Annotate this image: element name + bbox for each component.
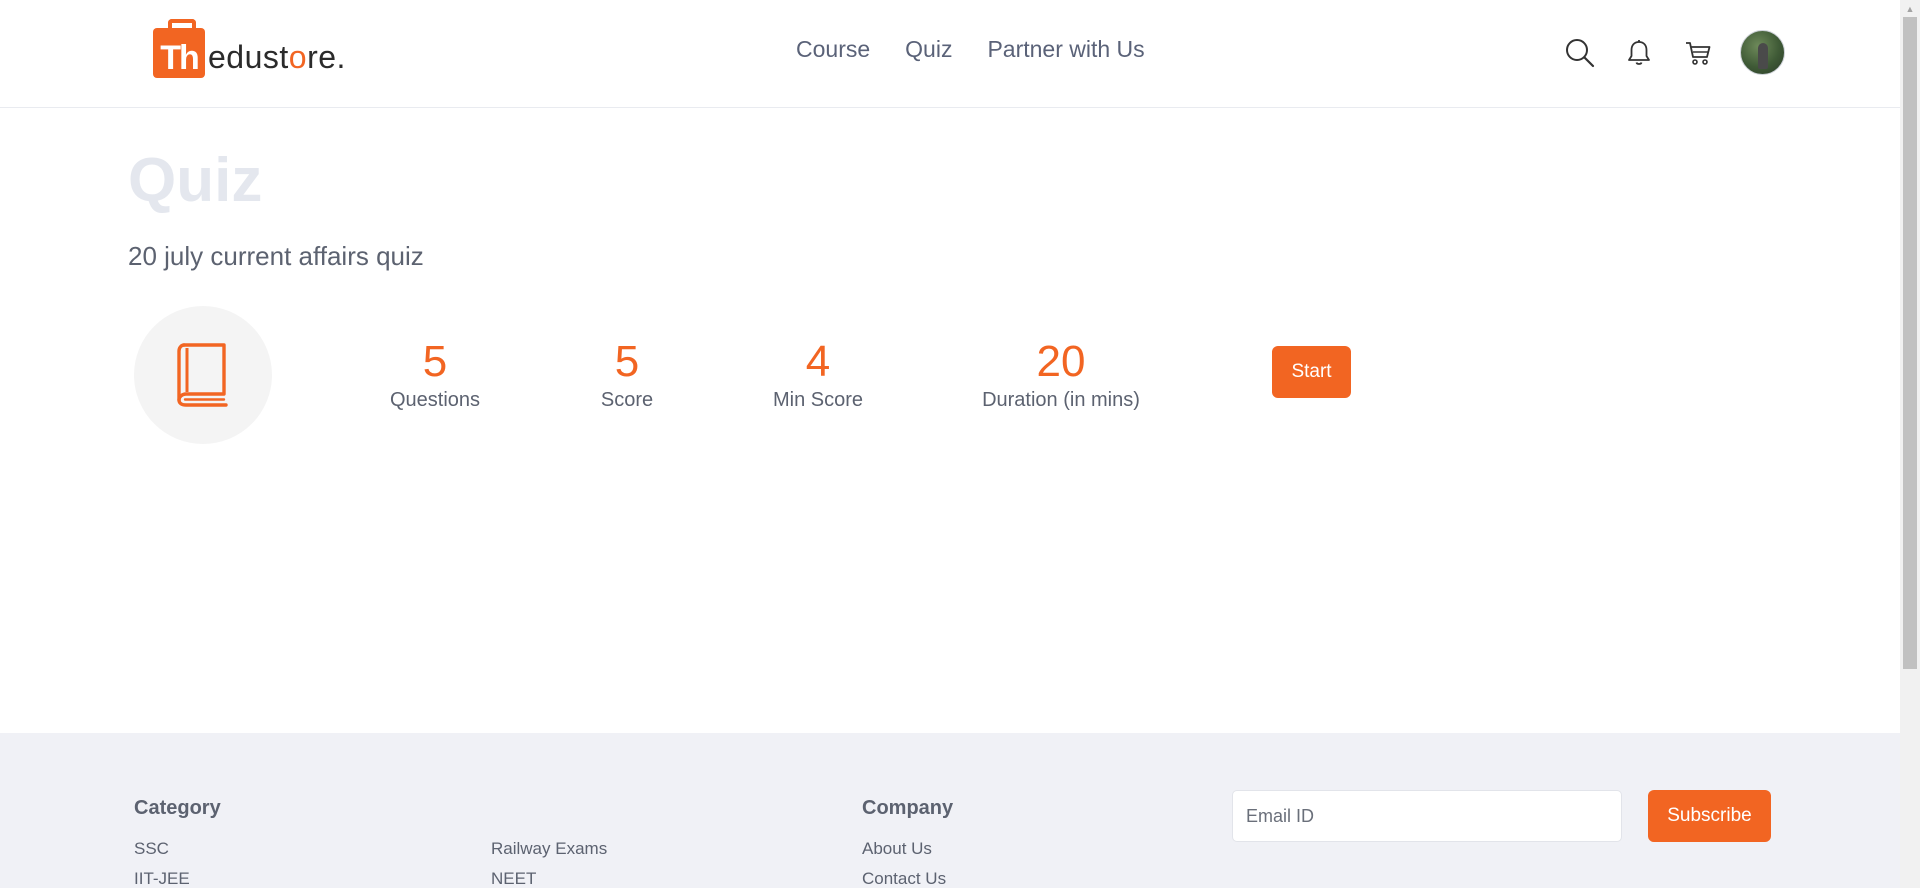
header-actions	[1563, 30, 1785, 75]
search-icon[interactable]	[1563, 36, 1597, 70]
footer-link-contact-us[interactable]: Contact Us	[862, 869, 946, 888]
nav-partner-with-us[interactable]: Partner with Us	[987, 36, 1144, 63]
footer-link-iit-jee[interactable]: IIT-JEE	[134, 869, 190, 888]
stat-label: Questions	[390, 389, 481, 411]
footer-link-railway-exams[interactable]: Railway Exams	[491, 839, 607, 859]
stat-label: Score	[600, 389, 654, 411]
site-header: Th edustore. Course Quiz Partner with Us	[0, 0, 1900, 108]
logo-badge-text: Th	[160, 39, 200, 77]
stat-label: Duration (in mins)	[982, 389, 1140, 411]
logo-wordmark-part2: re.	[307, 39, 346, 75]
footer-link-ssc[interactable]: SSC	[134, 839, 169, 859]
stat-questions: 5 Questions	[390, 336, 480, 412]
logo-wordmark-o: o	[288, 39, 308, 75]
footer-company-heading: Company	[862, 797, 954, 819]
stat-label: Min Score	[772, 389, 864, 411]
logo-wordmark-part1: edust	[208, 39, 289, 75]
stat-duration: 20 Duration (in mins)	[976, 336, 1146, 412]
nav-course[interactable]: Course	[796, 36, 870, 63]
quiz-name: 20 july current affairs quiz	[128, 241, 424, 271]
quiz-book-badge	[134, 306, 272, 444]
brand-logo[interactable]: Th edustore.	[153, 19, 346, 78]
logo-wordmark: edustore.	[208, 36, 346, 78]
stat-value: 5	[422, 337, 448, 386]
cart-icon[interactable]	[1681, 36, 1715, 70]
footer-category-heading: Category	[134, 797, 221, 819]
stat-value: 20	[1036, 337, 1086, 386]
book-icon	[177, 343, 228, 407]
nav-quiz[interactable]: Quiz	[905, 36, 952, 63]
email-field[interactable]	[1232, 790, 1622, 842]
site-footer: Category SSC IIT-JEE Railway Exams NEET …	[0, 733, 1900, 888]
main-nav: Course Quiz Partner with Us	[796, 36, 1145, 63]
scroll-thumb[interactable]	[1903, 17, 1917, 669]
footer-link-neet[interactable]: NEET	[491, 869, 536, 888]
user-avatar[interactable]	[1740, 30, 1785, 75]
page-scrollbar[interactable]: ▲	[1900, 0, 1920, 888]
footer-link-about-us[interactable]: About Us	[862, 839, 932, 859]
stat-min-score: 4 Min Score	[768, 336, 868, 412]
bell-icon[interactable]	[1622, 36, 1656, 70]
stat-value: 5	[614, 337, 640, 386]
scroll-up-arrow-icon[interactable]: ▲	[1900, 0, 1920, 17]
logo-badge: Th	[153, 19, 205, 78]
page-title: Quiz	[128, 146, 263, 215]
stat-score: 5 Score	[594, 336, 660, 412]
start-quiz-button[interactable]: Start	[1272, 346, 1351, 398]
subscribe-button[interactable]: Subscribe	[1648, 790, 1771, 842]
stat-value: 4	[805, 337, 831, 386]
